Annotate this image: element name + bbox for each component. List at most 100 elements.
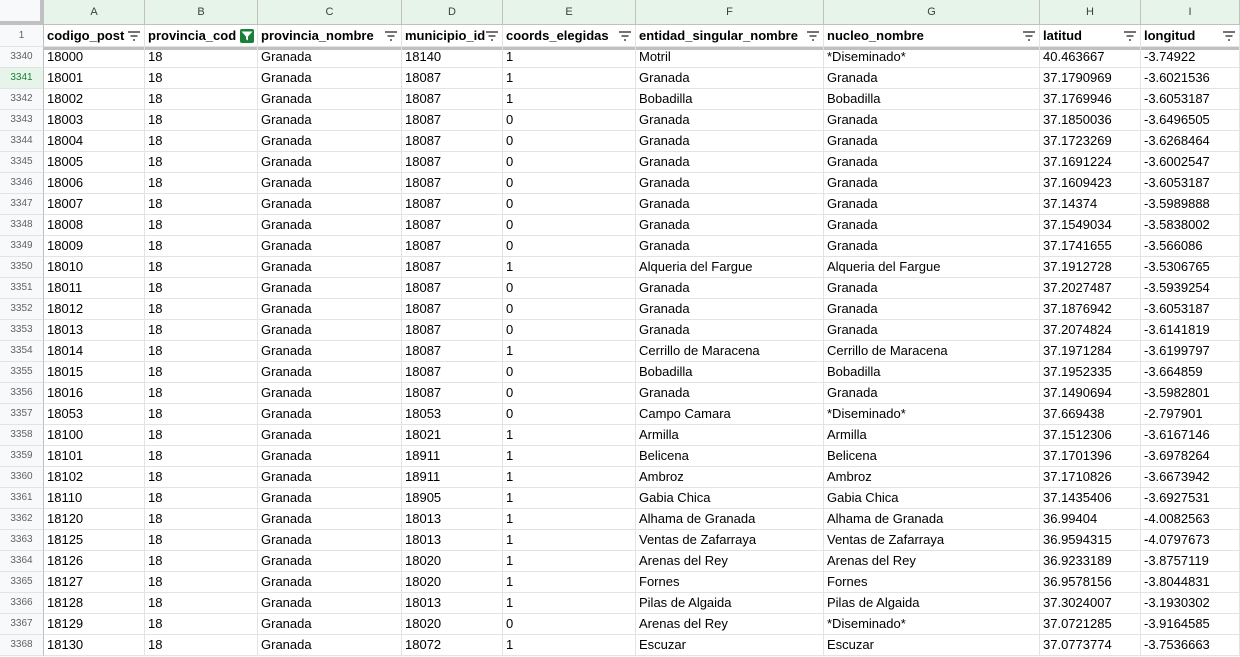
cell-c[interactable]: Granada [258,47,402,68]
cell-a[interactable]: 18127 [44,572,145,593]
filter-icon[interactable] [127,29,141,43]
row-number[interactable]: 3359 [0,446,44,467]
cell-a[interactable]: 18014 [44,341,145,362]
cell-a[interactable]: 18130 [44,635,145,656]
filter-icon[interactable] [485,29,499,43]
cell-f[interactable]: Granada [636,173,824,194]
row-number[interactable]: 3366 [0,593,44,614]
cell-f[interactable]: Granada [636,383,824,404]
cell-i[interactable]: -4.0082563 [1141,509,1240,530]
row-number[interactable]: 3349 [0,236,44,257]
cell-f[interactable]: Ventas de Zafarraya [636,530,824,551]
column-letter-g[interactable]: G [824,0,1040,25]
cell-d[interactable]: 18013 [402,509,503,530]
column-letter-e[interactable]: E [503,0,636,25]
cell-i[interactable]: -3.6927531 [1141,488,1240,509]
cell-b[interactable]: 18 [145,530,258,551]
cell-e[interactable]: 0 [503,110,636,131]
cell-b[interactable]: 18 [145,488,258,509]
cell-d[interactable]: 18087 [402,257,503,278]
row-number[interactable]: 3354 [0,341,44,362]
filter-icon[interactable] [1123,29,1137,43]
cell-a[interactable]: 18005 [44,152,145,173]
cell-i[interactable]: -3.6496505 [1141,110,1240,131]
cell-b[interactable]: 18 [145,131,258,152]
cell-e[interactable]: 0 [503,404,636,425]
cell-c[interactable]: Granada [258,362,402,383]
cell-f[interactable]: Granada [636,278,824,299]
row-number[interactable]: 3356 [0,383,44,404]
cell-d[interactable]: 18020 [402,551,503,572]
cell-e[interactable]: 0 [503,215,636,236]
column-letter-b[interactable]: B [145,0,258,25]
cell-b[interactable]: 18 [145,236,258,257]
column-letter-d[interactable]: D [402,0,503,25]
row-number[interactable]: 3365 [0,572,44,593]
cell-g[interactable]: *Diseminado* [824,614,1040,635]
cell-i[interactable]: -3.5838002 [1141,215,1240,236]
cell-i[interactable]: -3.8044831 [1141,572,1240,593]
cell-e[interactable]: 0 [503,278,636,299]
cell-b[interactable]: 18 [145,110,258,131]
cell-i[interactable]: -3.6021536 [1141,68,1240,89]
cell-g[interactable]: Belicena [824,446,1040,467]
cell-g[interactable]: Cerrillo de Maracena [824,341,1040,362]
cell-f[interactable]: Alqueria del Fargue [636,257,824,278]
cell-d[interactable]: 18087 [402,89,503,110]
cell-a[interactable]: 18100 [44,425,145,446]
cell-a[interactable]: 18120 [44,509,145,530]
cell-h[interactable]: 36.9594315 [1040,530,1141,551]
cell-b[interactable]: 18 [145,215,258,236]
cell-h[interactable]: 37.1952335 [1040,362,1141,383]
cell-g[interactable]: Granada [824,383,1040,404]
cell-c[interactable]: Granada [258,110,402,131]
cell-f[interactable]: Granada [636,320,824,341]
row-number[interactable]: 3346 [0,173,44,194]
cell-a[interactable]: 18008 [44,215,145,236]
column-letter-a[interactable]: A [44,0,145,25]
header-cell-h[interactable]: latitud [1040,25,1141,47]
cell-g[interactable]: *Diseminado* [824,404,1040,425]
cell-h[interactable]: 37.1723269 [1040,131,1141,152]
header-cell-f[interactable]: entidad_singular_nombre [636,25,824,47]
cell-g[interactable]: Armilla [824,425,1040,446]
cell-e[interactable]: 0 [503,362,636,383]
cell-e[interactable]: 0 [503,173,636,194]
cell-d[interactable]: 18087 [402,299,503,320]
filter-active-icon[interactable] [240,29,254,43]
cell-d[interactable]: 18053 [402,404,503,425]
cell-a[interactable]: 18009 [44,236,145,257]
cell-f[interactable]: Bobadilla [636,362,824,383]
cell-a[interactable]: 18004 [44,131,145,152]
cell-f[interactable]: Granada [636,194,824,215]
cell-a[interactable]: 18125 [44,530,145,551]
cell-b[interactable]: 18 [145,278,258,299]
cell-c[interactable]: Granada [258,89,402,110]
cell-e[interactable]: 1 [503,68,636,89]
cell-d[interactable]: 18087 [402,383,503,404]
cell-g[interactable]: Fornes [824,572,1040,593]
filter-icon[interactable] [384,29,398,43]
cell-h[interactable]: 37.1701396 [1040,446,1141,467]
row-number[interactable]: 3357 [0,404,44,425]
cell-d[interactable]: 18905 [402,488,503,509]
cell-d[interactable]: 18911 [402,467,503,488]
row-number[interactable]: 3342 [0,89,44,110]
cell-h[interactable]: 37.1710826 [1040,467,1141,488]
cell-h[interactable]: 37.1971284 [1040,341,1141,362]
cell-b[interactable]: 18 [145,68,258,89]
cell-a[interactable]: 18007 [44,194,145,215]
cell-e[interactable]: 1 [503,572,636,593]
cell-d[interactable]: 18087 [402,131,503,152]
cell-h[interactable]: 36.99404 [1040,509,1141,530]
cell-c[interactable]: Granada [258,152,402,173]
cell-b[interactable]: 18 [145,341,258,362]
column-letter-h[interactable]: H [1040,0,1141,25]
cell-i[interactable]: -3.6053187 [1141,173,1240,194]
cell-h[interactable]: 37.1876942 [1040,299,1141,320]
cell-h[interactable]: 40.463667 [1040,47,1141,68]
cell-g[interactable]: Granada [824,131,1040,152]
cell-c[interactable]: Granada [258,509,402,530]
cell-i[interactable]: -3.6978264 [1141,446,1240,467]
cell-a[interactable]: 18013 [44,320,145,341]
